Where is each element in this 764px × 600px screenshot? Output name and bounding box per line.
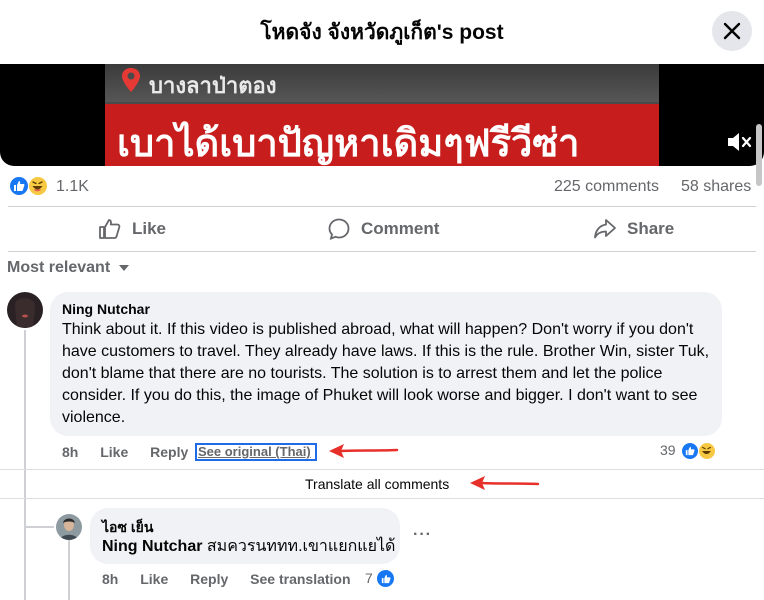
avatar[interactable] xyxy=(56,514,82,540)
annotation-arrow xyxy=(329,444,399,458)
video-location-text: บางลาป่าตอง xyxy=(149,73,277,98)
comment-count[interactable]: 225 comments xyxy=(554,178,659,196)
like-reaction-icon xyxy=(376,569,395,588)
comment-text: Think about it. If this video is publish… xyxy=(62,321,710,426)
see-original-button[interactable]: See original (Thai) xyxy=(195,443,317,461)
reply-text: Ning Nutchar สมควรนททท.เขาแยกแยได้ xyxy=(102,536,395,558)
comment-sort-dropdown[interactable]: Most relevant xyxy=(7,259,130,277)
comment-timestamp[interactable]: 8h xyxy=(62,444,78,460)
avatar[interactable] xyxy=(7,292,43,328)
reply-bubble: ไอซ เย็น Ning Nutchar สมควรนททท.เขาแยกแย… xyxy=(90,508,400,564)
translate-all-bar: Translate all comments xyxy=(0,469,764,499)
like-reaction-icon xyxy=(9,176,29,196)
comment-button-label: Comment xyxy=(361,219,440,238)
video-caption: เบาได้เบาปัญหาเดิมๆฟรีวีซ่า xyxy=(117,123,580,165)
like-reaction-icon xyxy=(681,442,699,460)
close-icon xyxy=(723,22,741,40)
reply-reaction-count[interactable]: 7 xyxy=(365,570,373,586)
thread-line xyxy=(24,497,26,600)
share-button-label: Share xyxy=(627,219,675,238)
reply-reply-button[interactable]: Reply xyxy=(190,571,228,587)
post-header: โหดจัง จังหวัดภูเก็ต's post xyxy=(0,0,764,64)
thread-connector xyxy=(26,526,54,528)
comment-button[interactable]: Comment xyxy=(327,207,439,251)
post-action-bar: Like Comment Share xyxy=(8,206,756,252)
comment-meta: 8h Like Reply xyxy=(62,444,188,460)
comment-icon xyxy=(328,218,350,240)
post-title: โหดจัง จังหวัดภูเก็ต's post xyxy=(260,21,504,44)
reply-like-button[interactable]: Like xyxy=(140,571,168,587)
comment-reply-button[interactable]: Reply xyxy=(150,444,188,460)
more-options-icon[interactable]: ··· xyxy=(413,526,432,544)
caret-down-icon xyxy=(119,265,130,271)
reply-body: สมควรนททท.เขาแยกแยได้ xyxy=(202,538,396,555)
post-stats: 1.1K 225 comments 58 shares xyxy=(0,170,764,204)
comment-author[interactable]: Ning Nutchar xyxy=(62,301,150,317)
haha-reaction-icon xyxy=(28,176,48,196)
share-count[interactable]: 58 shares xyxy=(681,178,751,196)
share-arrow-icon xyxy=(594,219,616,239)
sort-label: Most relevant xyxy=(7,259,111,276)
reply-meta: 8h Like Reply See translation xyxy=(102,571,351,587)
reply-timestamp[interactable]: 8h xyxy=(102,571,118,587)
video-player[interactable]: บางลาป่าตอง เบาได้เบาปัญหาเดิมๆฟรีวีซ่า xyxy=(0,64,764,166)
haha-reaction-icon xyxy=(698,442,716,460)
see-translation-button[interactable]: See translation xyxy=(250,571,350,587)
location-pin-icon xyxy=(122,68,140,92)
share-button[interactable]: Share xyxy=(593,207,674,251)
video-frame: บางลาป่าตอง เบาได้เบาปัญหาเดิมๆฟรีวีซ่า xyxy=(105,64,659,166)
volume-muted-icon[interactable] xyxy=(726,130,752,154)
like-button-label: Like xyxy=(132,219,167,238)
comment-bubble: Ning Nutchar Think about it. If this vid… xyxy=(50,292,722,436)
reaction-count[interactable]: 1.1K xyxy=(56,178,89,196)
like-button[interactable]: Like xyxy=(98,207,166,251)
annotation-arrow xyxy=(470,476,540,490)
close-button[interactable] xyxy=(712,11,752,51)
thumbs-up-icon xyxy=(99,219,121,239)
comment-like-button[interactable]: Like xyxy=(100,444,128,460)
comment-reaction-count[interactable]: 39 xyxy=(660,442,676,458)
reply-mention[interactable]: Ning Nutchar xyxy=(102,538,202,555)
thread-line xyxy=(68,540,70,600)
translate-all-button[interactable]: Translate all comments xyxy=(305,476,449,492)
